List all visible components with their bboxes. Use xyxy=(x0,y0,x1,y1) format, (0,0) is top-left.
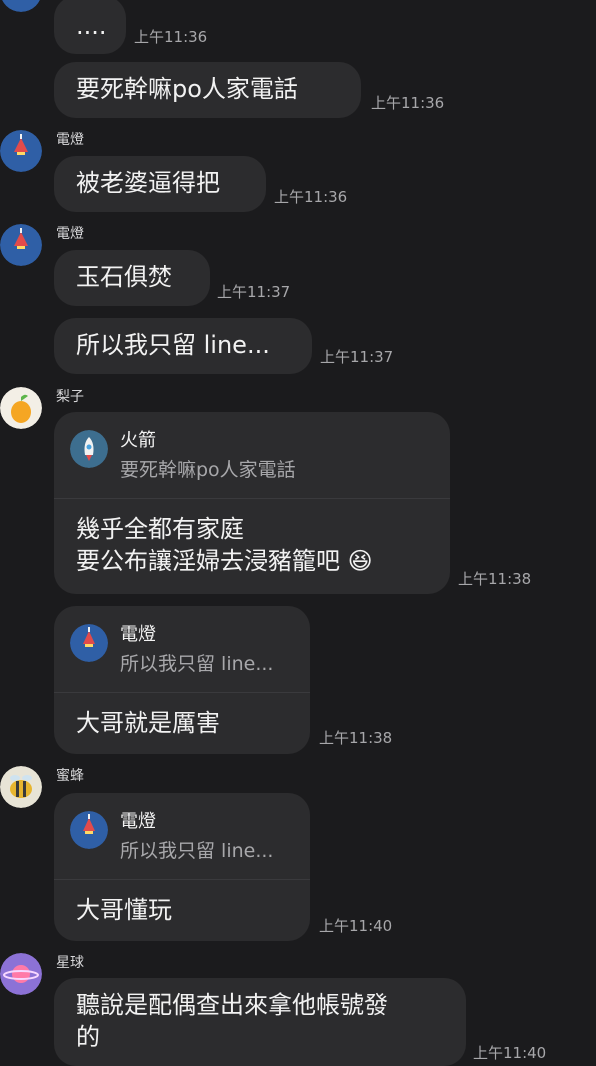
sender-avatar[interactable] xyxy=(0,130,42,172)
sender-avatar[interactable] xyxy=(0,387,42,429)
message-bubble-9[interactable]: 聽說是配偶查出來拿他帳號發 的 xyxy=(54,978,466,1066)
message-text: 幾乎全都有家庭 要公布讓淫婦去浸豬籠吧 😆 xyxy=(76,515,373,575)
message-bubble-3[interactable]: 被老婆逼得把 xyxy=(54,156,266,212)
message-bubble-7[interactable]: 電燈 所以我只留 line... 大哥就是厲害 xyxy=(54,606,310,754)
message-text: 要死幹嘛po人家電話 xyxy=(76,75,298,103)
lamp-avatar-icon xyxy=(70,624,108,662)
quoted-sender: 電燈 xyxy=(120,624,156,645)
quoted-avatar xyxy=(70,624,108,662)
message-time: 上午11:37 xyxy=(320,348,394,366)
quoted-avatar xyxy=(70,430,108,468)
lamp-avatar-icon xyxy=(0,130,42,172)
sender-name: 星球 xyxy=(56,955,84,971)
message-text: .... xyxy=(76,12,107,40)
lamp-avatar-icon xyxy=(70,811,108,849)
message-text: 大哥懂玩 xyxy=(76,896,172,924)
quoted-avatar xyxy=(70,811,108,849)
message-time: 上午11:40 xyxy=(473,1044,547,1062)
sender-name: 梨子 xyxy=(56,389,84,405)
message-text: 大哥就是厲害 xyxy=(76,709,220,737)
sender-name: 蜜蜂 xyxy=(56,768,84,784)
quoted-message[interactable]: 電燈 所以我只留 line... xyxy=(54,606,310,693)
message-time: 上午11:40 xyxy=(319,917,393,935)
quoted-sender: 火箭 xyxy=(120,430,156,451)
message-time: 上午11:36 xyxy=(134,28,208,46)
message-time: 上午11:38 xyxy=(319,729,393,747)
quoted-sender: 電燈 xyxy=(120,811,156,832)
quoted-text: 要死幹嘛po人家電話 xyxy=(120,459,296,481)
lamp-avatar-icon xyxy=(2,0,40,12)
quoted-message[interactable]: 電燈 所以我只留 line... xyxy=(54,793,310,880)
avatar-partial[interactable] xyxy=(0,0,42,12)
message-text: 玉石俱焚 xyxy=(76,263,172,291)
message-bubble-1[interactable]: .... xyxy=(54,0,126,54)
lamp-avatar-icon xyxy=(0,224,42,266)
rocket-avatar-icon xyxy=(70,430,108,468)
sender-name: 電燈 xyxy=(56,132,84,148)
sender-avatar[interactable] xyxy=(0,766,42,808)
quoted-message[interactable]: 火箭 要死幹嘛po人家電話 xyxy=(54,412,450,499)
message-time: 上午11:36 xyxy=(274,188,348,206)
sender-avatar[interactable] xyxy=(0,224,42,266)
message-time: 上午11:38 xyxy=(458,570,532,588)
sender-avatar[interactable] xyxy=(0,953,42,995)
message-text: 被老婆逼得把 xyxy=(76,169,220,197)
message-bubble-5[interactable]: 所以我只留 line... xyxy=(54,318,312,374)
message-bubble-2[interactable]: 要死幹嘛po人家電話 xyxy=(54,62,361,118)
planet-avatar-icon xyxy=(0,953,42,995)
quoted-text: 所以我只留 line... xyxy=(120,653,274,675)
message-bubble-8[interactable]: 電燈 所以我只留 line... 大哥懂玩 xyxy=(54,793,310,941)
message-text: 聽說是配偶查出來拿他帳號發 的 xyxy=(76,991,388,1051)
bee-avatar-icon xyxy=(0,766,42,808)
message-bubble-6[interactable]: 火箭 要死幹嘛po人家電話 幾乎全都有家庭 要公布讓淫婦去浸豬籠吧 😆 xyxy=(54,412,450,594)
message-text: 所以我只留 line... xyxy=(76,331,270,359)
quoted-text: 所以我只留 line... xyxy=(120,840,274,862)
message-time: 上午11:37 xyxy=(217,283,291,301)
message-time: 上午11:36 xyxy=(371,94,445,112)
message-bubble-4[interactable]: 玉石俱焚 xyxy=(54,250,210,306)
sender-name: 電燈 xyxy=(56,226,84,242)
pear-avatar-icon xyxy=(0,387,42,429)
